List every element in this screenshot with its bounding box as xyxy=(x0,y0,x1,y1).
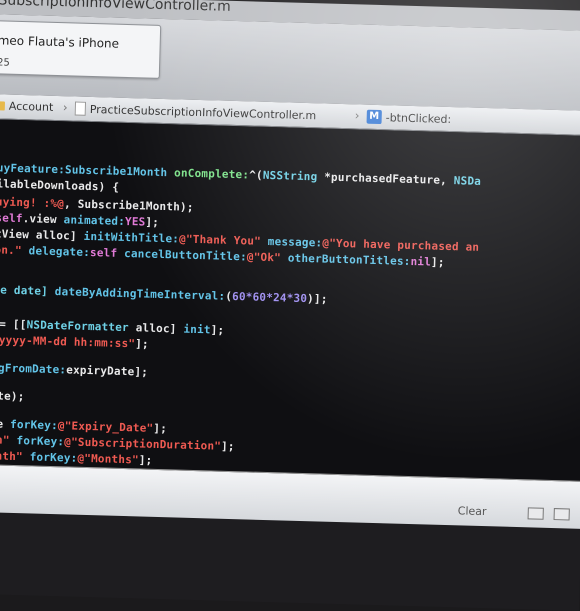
code-token: ^( xyxy=(248,168,263,182)
folder-icon xyxy=(0,101,6,111)
code-token: ertView alloc] xyxy=(0,226,77,243)
code-line: buying! :%@, Subscribe1Month); xyxy=(0,195,194,214)
code-token: self xyxy=(89,246,125,260)
xcode-screen: eSubscriptionInfoViewController.m meo Fl… xyxy=(0,0,580,611)
debug-console xyxy=(0,511,580,611)
code-line: date forKey:@"Expiry_Date"]; xyxy=(0,417,167,435)
code-token: cancelButtonTitle: xyxy=(123,246,248,264)
code-token: rdate); xyxy=(0,388,25,404)
code-line: rdate); xyxy=(0,389,25,403)
code-token: nil xyxy=(410,254,432,269)
split-pane-icon[interactable] xyxy=(527,507,544,520)
code-token: 60*60*24*30 xyxy=(231,289,308,306)
chevron-right-icon: › xyxy=(354,108,360,123)
code-token: vailableDownloads) { xyxy=(0,176,120,194)
code-token: buying! :%@ xyxy=(0,195,65,211)
code-line: Month" forKey:@"Months"]; xyxy=(0,449,153,467)
code-token: NSDa xyxy=(453,174,482,188)
code-token: @"Months" xyxy=(77,451,139,467)
code-token: ]; xyxy=(135,337,150,351)
code-token: Subscribe1Month xyxy=(64,163,175,180)
code-token: ]; xyxy=(210,323,225,337)
code-token: @"You have purchased an xyxy=(322,236,480,254)
code-token: NSString xyxy=(262,168,325,184)
code-token: date xyxy=(0,416,4,431)
code-line: :@"yyyy-MM-dd hh:mm:ss"]; xyxy=(0,333,149,351)
code-token: @"Ok" xyxy=(246,250,288,265)
code-token: nth" xyxy=(0,433,10,447)
code-token: animated: xyxy=(63,213,126,228)
code-token: init xyxy=(183,322,211,337)
device-name: meo Flauta's iPhone xyxy=(0,33,120,51)
code-line: ringFromDate:expiryDate]; xyxy=(0,361,148,379)
jumpbar-file[interactable]: PracticeSubscriptionInfoViewController.m xyxy=(74,101,317,123)
code-token: ]; xyxy=(153,421,168,436)
code-token: :@"yyyy-MM-dd hh:mm:ss" xyxy=(0,332,136,351)
code-token: tion." xyxy=(0,242,22,258)
code-editor[interactable]: buyFeature:Subscribe1Month onComplete:^(… xyxy=(0,118,580,481)
split-pane-icon[interactable] xyxy=(553,508,570,521)
jumpbar-group-label: Account xyxy=(8,99,54,114)
code-token: .view xyxy=(22,212,64,227)
code-token: self xyxy=(0,211,23,226)
code-token: message: xyxy=(267,234,323,250)
jumpbar-method[interactable]: M -btnClicked: xyxy=(366,109,452,126)
code-token: @"Thank You" xyxy=(178,232,268,248)
code-token: ringFromDate: xyxy=(0,360,67,377)
code-token: onComplete: xyxy=(173,166,250,182)
code-line: vailableDownloads) { xyxy=(0,177,119,194)
clear-button[interactable]: Clear xyxy=(458,504,487,518)
code-token: NSDateFormatter xyxy=(26,318,136,335)
file-icon xyxy=(74,101,87,116)
code-token: Month" xyxy=(0,449,24,464)
code-line: Date date] dateByAddingTimeInterval:(60*… xyxy=(0,283,328,306)
code-token: , Subscribe1Month); xyxy=(63,197,194,214)
device-subtitle: 25 xyxy=(0,57,10,69)
code-token: @"SubscriptionDuration" xyxy=(64,435,222,453)
code-token: )]; xyxy=(306,292,328,306)
code-token: initWithTitle: xyxy=(83,229,180,246)
jumpbar-group-account[interactable]: Account xyxy=(0,99,53,114)
scheme-device-popup[interactable]: meo Flauta's iPhone 25 xyxy=(0,20,162,79)
code-token: ]; xyxy=(430,255,445,269)
code-token: *purchasedFeature, xyxy=(324,170,454,188)
code-token: expiryDate]; xyxy=(66,363,149,379)
jumpbar-method-label: -btnClicked: xyxy=(385,110,452,126)
code-token: Date date] xyxy=(0,282,49,298)
code-token: forKey: xyxy=(29,450,78,465)
method-icon: M xyxy=(366,109,382,125)
code-token: dateByAddingTimeInterval: xyxy=(54,285,226,303)
code-token: at = [[ xyxy=(0,317,27,332)
code-token: forKey: xyxy=(16,434,65,449)
code-line: ewself.view animated:YES]; xyxy=(0,211,159,229)
jumpbar-file-label: PracticeSubscriptionInfoViewController.m xyxy=(89,102,317,122)
chevron-right-icon: › xyxy=(62,100,68,115)
code-token: ]; xyxy=(138,453,153,467)
code-token: @"Expiry_Date" xyxy=(57,419,154,435)
code-token: buyFeature: xyxy=(0,161,66,177)
code-token: forKey: xyxy=(9,417,59,433)
code-token: YES xyxy=(124,214,146,229)
window-title: eSubscriptionInfoViewController.m xyxy=(0,0,231,15)
code-token: ]; xyxy=(220,439,235,454)
code-token: otherButtonTitles: xyxy=(287,251,411,268)
code-token: delegate: xyxy=(28,244,91,260)
code-token: alloc] xyxy=(135,321,184,336)
code-token: ]; xyxy=(145,215,160,229)
